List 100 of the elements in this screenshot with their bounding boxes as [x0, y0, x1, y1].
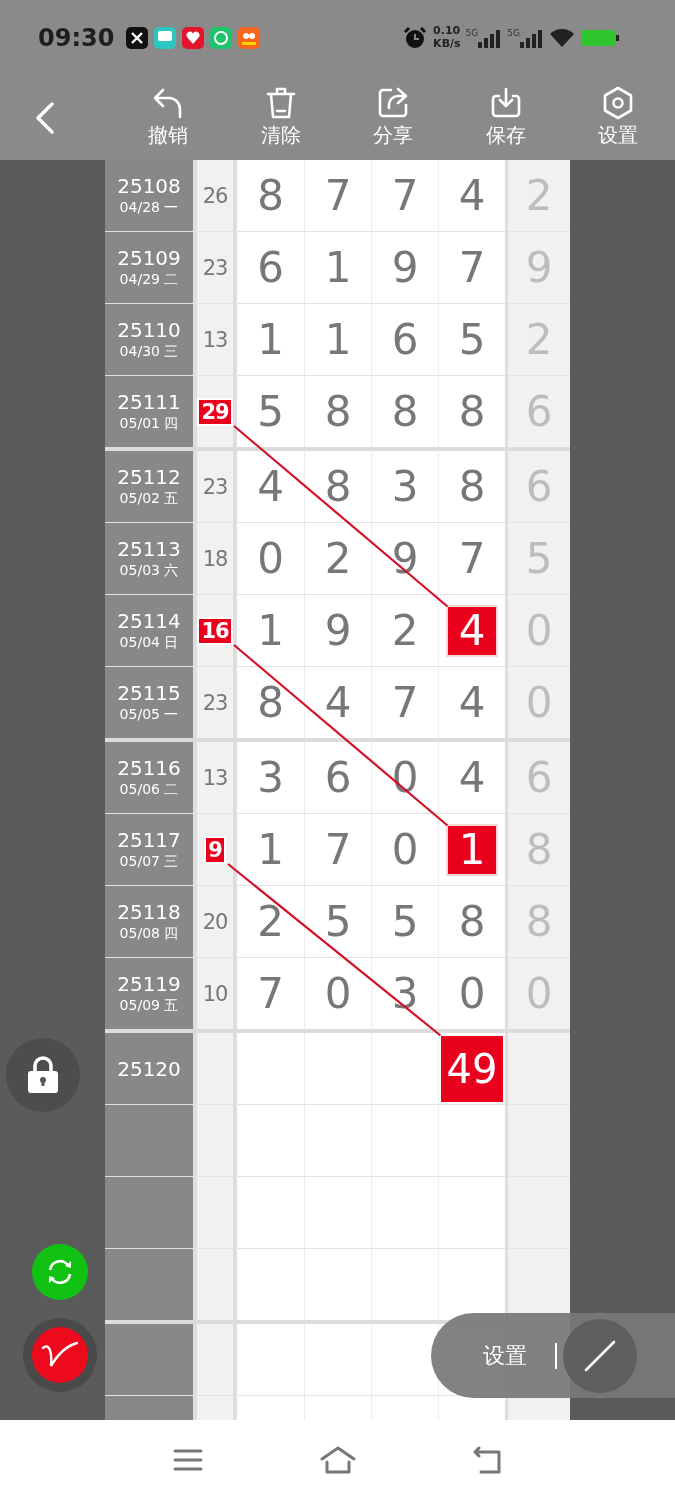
- sum-value: 29: [199, 399, 231, 424]
- digit-value: 8: [324, 462, 352, 511]
- settings-menu-button[interactable]: 设置: [483, 1340, 527, 1371]
- digit-value: 9: [324, 606, 352, 655]
- undo-button[interactable]: 撤销: [112, 86, 225, 149]
- digit-value: 8: [257, 171, 284, 220]
- network-type: 5G: [507, 27, 520, 38]
- period-number: 25111: [117, 390, 181, 414]
- digit-value: 1: [257, 825, 284, 874]
- app-icon: [126, 26, 149, 49]
- period-date: 05/04 日: [119, 634, 179, 652]
- period-date: 04/29 二: [119, 271, 179, 289]
- digit-value: 5: [257, 387, 284, 436]
- period-number: 25112: [117, 465, 181, 489]
- digit-value: 8: [458, 897, 486, 946]
- status-time: 09:30: [38, 23, 115, 52]
- settings-button[interactable]: 设置: [562, 86, 675, 149]
- period-date: 05/03 六: [119, 562, 179, 580]
- period-number: 25117: [117, 828, 181, 852]
- digit-value: 1: [448, 825, 496, 874]
- net-speed: 0.10: [433, 25, 461, 38]
- return-icon: [471, 1446, 504, 1474]
- digit-value: 4: [458, 753, 486, 802]
- digit-value: 8: [257, 678, 284, 727]
- digit-value: 5: [458, 315, 486, 364]
- tail-cell: [508, 1033, 570, 1104]
- pen-button[interactable]: [32, 1327, 88, 1383]
- period-number: 25120: [117, 1056, 181, 1081]
- network-type: 5G: [465, 27, 479, 38]
- sum-value: 16: [199, 618, 231, 643]
- sum-value: 23: [202, 474, 228, 499]
- digit-value: 8: [458, 387, 486, 436]
- digit-value: 2: [324, 534, 352, 583]
- app-icon: [238, 26, 261, 49]
- digit-value: 7: [324, 171, 352, 220]
- share-button[interactable]: 分享: [337, 86, 450, 149]
- period-number: 25108: [117, 174, 181, 198]
- net-speed-unit: KB/s: [433, 37, 461, 50]
- sum-value: 26: [202, 183, 228, 208]
- digit-value: 2: [391, 606, 419, 655]
- alarm-icon: [402, 24, 429, 51]
- digit-value: 9: [391, 534, 419, 583]
- period-number: 25115: [117, 681, 181, 705]
- digit-value: 0: [458, 969, 486, 1018]
- digit-value: 0: [257, 534, 284, 583]
- sum-value: 10: [202, 981, 228, 1006]
- digit-value: 1: [324, 243, 352, 292]
- sum-value: 23: [202, 690, 228, 715]
- refresh-button[interactable]: [32, 1244, 88, 1300]
- period-number: 25118: [117, 900, 181, 924]
- period-date: 05/09 五: [119, 997, 179, 1015]
- sum-value: 13: [202, 765, 228, 790]
- digit-value: 0: [324, 969, 352, 1018]
- back-icon: [34, 100, 56, 135]
- digit-value: 7: [391, 171, 419, 220]
- digit-value: 8: [458, 462, 486, 511]
- tail-cell: [508, 1105, 570, 1176]
- digit-value: 7: [257, 969, 284, 1018]
- digit-value: 4: [458, 171, 486, 220]
- menu-icon: [172, 1448, 203, 1472]
- save-button[interactable]: 保存: [449, 86, 562, 149]
- digit-value: 7: [324, 825, 352, 874]
- period-date: 04/28 一: [119, 199, 179, 217]
- digit-value: 7: [391, 678, 419, 727]
- sum-value: 18: [202, 546, 228, 571]
- digit-value: 6: [391, 315, 419, 364]
- period-number: 25114: [117, 609, 181, 633]
- digit-value: 8: [391, 387, 419, 436]
- signal-icon: [478, 27, 503, 48]
- battery-icon: [580, 27, 620, 48]
- digit-value: 5: [391, 897, 419, 946]
- digit-value: 3: [391, 969, 419, 1018]
- digit-value: 4: [448, 606, 496, 655]
- predicted-number: 49: [441, 1035, 503, 1102]
- period-date: 05/01 四: [119, 415, 179, 433]
- lock-icon: [26, 1056, 60, 1094]
- digit-value: 4: [324, 678, 352, 727]
- app-icon: [210, 26, 233, 49]
- period-date: 05/05 一: [119, 706, 179, 724]
- clear-button[interactable]: 清除: [224, 86, 337, 149]
- app-icon: [182, 26, 205, 49]
- digit-value: 7: [458, 534, 486, 583]
- period-number: 25119: [117, 972, 181, 996]
- wifi-icon: [549, 27, 575, 48]
- digit-value: 9: [391, 243, 419, 292]
- digit-value: 1: [324, 315, 352, 364]
- digit-value: 1: [257, 315, 284, 364]
- sum-value: 20: [202, 909, 228, 934]
- digit-value: 4: [257, 462, 284, 511]
- period-date: 05/02 五: [119, 490, 179, 508]
- signal-icon: [520, 27, 544, 48]
- digit-value: 5: [324, 897, 352, 946]
- line-icon: [583, 1338, 617, 1373]
- digit-value: 6: [324, 753, 352, 802]
- period-date: 04/30 三: [119, 343, 179, 361]
- sum-value: 13: [202, 327, 228, 352]
- digit-value: 2: [257, 897, 284, 946]
- period-date: 05/06 二: [119, 781, 179, 799]
- digit-value: 7: [458, 243, 486, 292]
- digit-value: 8: [324, 387, 352, 436]
